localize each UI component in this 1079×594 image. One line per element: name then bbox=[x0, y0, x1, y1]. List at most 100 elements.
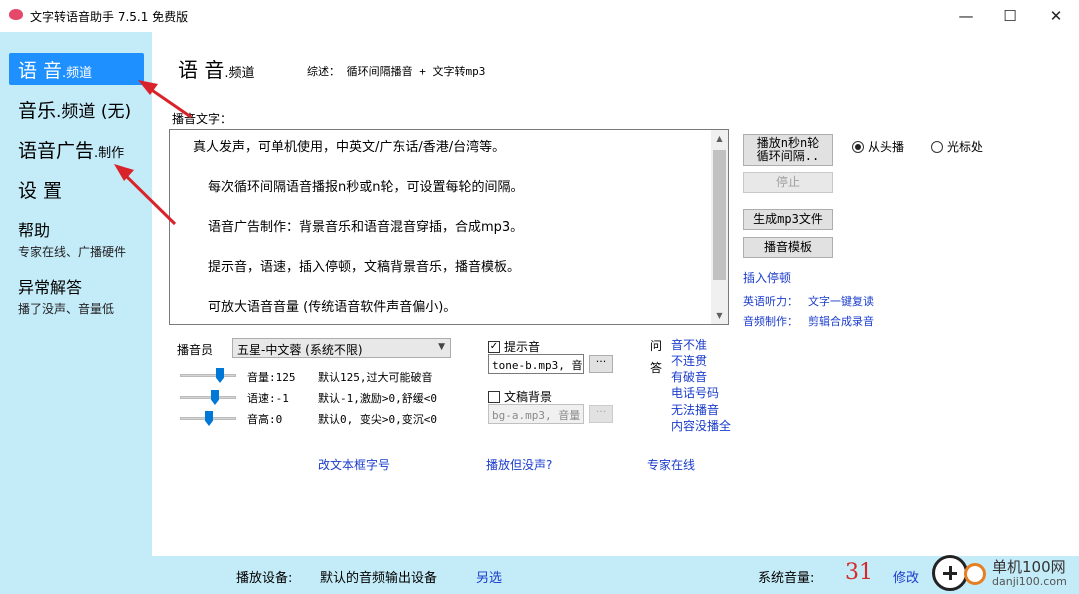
text-line: 真人发声，可单机使用，中英文/广东话/香港/台湾等。 bbox=[193, 140, 506, 155]
radio-cursor-label: 光标处 bbox=[947, 140, 984, 154]
radio-unchecked-icon bbox=[931, 140, 943, 153]
announcer-select[interactable]: 五星-中文蓉 (系统不限) ▼ bbox=[232, 338, 451, 358]
change-font-size-link[interactable]: 改文本框字号 bbox=[318, 456, 390, 473]
watermark-url: danji100.com bbox=[992, 575, 1067, 588]
prompt-tone-checkbox[interactable]: ✓ 提示音 bbox=[488, 338, 540, 355]
close-button[interactable]: ✕ bbox=[1033, 0, 1079, 32]
sidebar-item-label: 帮助 bbox=[18, 221, 51, 240]
bg-music-label: 文稿背景 bbox=[504, 390, 553, 404]
english-listening-label: 英语听力： bbox=[743, 295, 798, 308]
summary-text: 综述： 循环间隔播音 + 文字转mp3 bbox=[307, 65, 486, 78]
radio-checked-icon bbox=[852, 140, 864, 153]
device-change-link[interactable]: 另选 bbox=[476, 567, 502, 586]
generate-mp3-button[interactable]: 生成mp3文件 bbox=[743, 209, 833, 230]
radio-cursor[interactable]: 光标处 bbox=[931, 138, 983, 155]
checkbox-checked-icon: ✓ bbox=[488, 340, 500, 353]
sidebar-item-label: 语音广告 bbox=[18, 140, 95, 162]
slider-thumb[interactable] bbox=[216, 368, 224, 383]
text-line: 提示音，语速，插入停顿，文稿背景音乐，播音模板。 bbox=[208, 260, 521, 275]
insert-pause-link[interactable]: 插入停顿 bbox=[743, 269, 791, 286]
bg-music-file-field[interactable]: bg-a.mp3, 音量 bbox=[488, 404, 584, 424]
sidebar-item-suffix: .制作 bbox=[94, 146, 125, 161]
pitch-value: 音高:0 bbox=[247, 413, 283, 426]
plus-circle-icon bbox=[932, 555, 968, 591]
faq-link[interactable]: 音不准 bbox=[671, 336, 707, 353]
text-line: 每次循环间隔语音播报n秒或n轮，可设置每轮的间隔。 bbox=[208, 180, 524, 195]
sidebar-item-label: 设 置 bbox=[18, 180, 63, 202]
system-volume-value: 31 bbox=[845, 560, 873, 585]
pitch-slider[interactable] bbox=[180, 411, 236, 426]
text-scrollbar[interactable]: ▲ ▼ bbox=[711, 130, 728, 324]
sidebar-item-troubleshoot[interactable]: 异常解答 播了没声、音量低 bbox=[9, 274, 144, 318]
maximize-button[interactable]: ☐ bbox=[987, 0, 1033, 32]
speed-value: 语速:-1 bbox=[247, 392, 289, 405]
broadcast-text-area[interactable]: 真人发声，可单机使用，中英文/广东话/香港/台湾等。 每次循环间隔语音播报n秒或… bbox=[169, 129, 729, 325]
sidebar-item-voice-ad[interactable]: 语音广告.制作 bbox=[9, 134, 144, 162]
faq-link[interactable]: 内容没播全 bbox=[671, 417, 731, 434]
chevron-down-icon: ▼ bbox=[438, 342, 445, 352]
faq-link[interactable]: 无法播音 bbox=[671, 401, 719, 418]
no-sound-link[interactable]: 播放但没声? bbox=[486, 456, 552, 473]
play-loop-button-line2: 循环间隔.. bbox=[756, 149, 820, 163]
prompt-tone-browse-button[interactable]: ··· bbox=[589, 355, 613, 373]
system-volume-label: 系统音量: bbox=[758, 571, 815, 586]
speed-slider[interactable] bbox=[180, 390, 236, 405]
expert-online-link[interactable]: 专家在线 bbox=[647, 456, 695, 473]
page-title-suffix: .频道 bbox=[224, 66, 255, 81]
sidebar-item-voice-channel[interactable]: 语 音.频道 bbox=[9, 53, 144, 85]
window-title: 文字转语音助手 7.5.1 免费版 bbox=[30, 10, 189, 24]
faq-link[interactable]: 有破音 bbox=[671, 368, 707, 385]
play-loop-button[interactable]: 播放n秒n轮 循环间隔.. bbox=[743, 134, 833, 166]
minimize-button[interactable]: — bbox=[943, 0, 989, 32]
faq-label-q: 问 bbox=[650, 339, 663, 353]
page-title: 语 音.频道 bbox=[178, 54, 255, 83]
app-lips-icon bbox=[9, 9, 23, 20]
announcer-label: 播音员 bbox=[177, 343, 214, 357]
sidebar-item-sub: 专家在线、广播硬件 bbox=[18, 245, 127, 259]
scroll-down-icon[interactable]: ▼ bbox=[711, 307, 728, 324]
volume-hint: 默认125,过大可能破音 bbox=[318, 371, 433, 384]
watermark-text: 单机100网 bbox=[992, 558, 1066, 576]
sidebar-item-label: 音乐 bbox=[18, 100, 57, 122]
play-loop-button-line1: 播放n秒n轮 bbox=[756, 136, 820, 150]
pitch-hint: 默认0, 变尖>0,变沉<0 bbox=[318, 413, 437, 426]
sidebar-item-help[interactable]: 帮助 专家在线、广播硬件 bbox=[9, 217, 144, 261]
scroll-up-icon[interactable]: ▲ bbox=[711, 130, 728, 147]
stop-button[interactable]: 停止 bbox=[743, 172, 833, 193]
sidebar-item-settings[interactable]: 设 置 bbox=[9, 174, 144, 202]
text-line: 可放大语音音量 (传统语音软件声音偏小)。 bbox=[208, 300, 457, 315]
text-area-label: 播音文字： bbox=[172, 112, 233, 126]
announcer-value: 五星-中文蓉 (系统不限) bbox=[237, 343, 363, 357]
volume-slider[interactable] bbox=[180, 368, 236, 383]
watermark-logo: 单机100网 danji100.com bbox=[930, 553, 1079, 594]
page-title-main: 语 音 bbox=[178, 58, 225, 82]
volume-change-link[interactable]: 修改 bbox=[893, 567, 919, 586]
english-repeat-link[interactable]: 文字一键复读 bbox=[808, 293, 874, 309]
faq-link[interactable]: 电话号码 bbox=[671, 384, 719, 401]
slider-thumb[interactable] bbox=[211, 390, 219, 405]
checkbox-unchecked-icon bbox=[488, 390, 500, 403]
prompt-tone-file-field[interactable]: tone-b.mp3, 音 bbox=[488, 354, 584, 374]
scroll-thumb[interactable] bbox=[713, 150, 726, 280]
volume-value: 音量:125 bbox=[247, 371, 296, 384]
sidebar-item-suffix: .频道 (无) bbox=[56, 102, 132, 122]
template-button[interactable]: 播音模板 bbox=[743, 237, 833, 258]
device-label: 播放设备: bbox=[236, 571, 293, 586]
slider-thumb[interactable] bbox=[205, 411, 213, 426]
audio-edit-link[interactable]: 剪辑合成录音 bbox=[808, 313, 874, 329]
speed-hint: 默认-1,激励>0,舒缓<0 bbox=[318, 392, 437, 405]
faq-link[interactable]: 不连贯 bbox=[671, 352, 707, 369]
sidebar: 语 音.频道 音乐.频道 (无) 语音广告.制作 设 置 帮助 专家在线、广播硬… bbox=[0, 32, 152, 556]
radio-from-start-label: 从头播 bbox=[868, 140, 905, 154]
sidebar-item-label: 异常解答 bbox=[18, 278, 83, 297]
sidebar-item-music-channel[interactable]: 音乐.频道 (无) bbox=[9, 94, 144, 122]
bg-music-checkbox[interactable]: 文稿背景 bbox=[488, 388, 552, 405]
title-bar: 文字转语音助手 7.5.1 免费版 — ☐ ✕ bbox=[0, 0, 1079, 32]
device-value: 默认的音频输出设备 bbox=[320, 571, 438, 586]
sidebar-item-label: 语 音 bbox=[18, 60, 63, 82]
bg-music-browse-button[interactable]: ··· bbox=[589, 405, 613, 423]
audio-making-label: 音频制作： bbox=[743, 315, 798, 328]
sidebar-item-sub: 播了没声、音量低 bbox=[18, 302, 115, 316]
orange-ring-icon bbox=[964, 563, 986, 585]
radio-from-start[interactable]: 从头播 bbox=[852, 138, 904, 155]
